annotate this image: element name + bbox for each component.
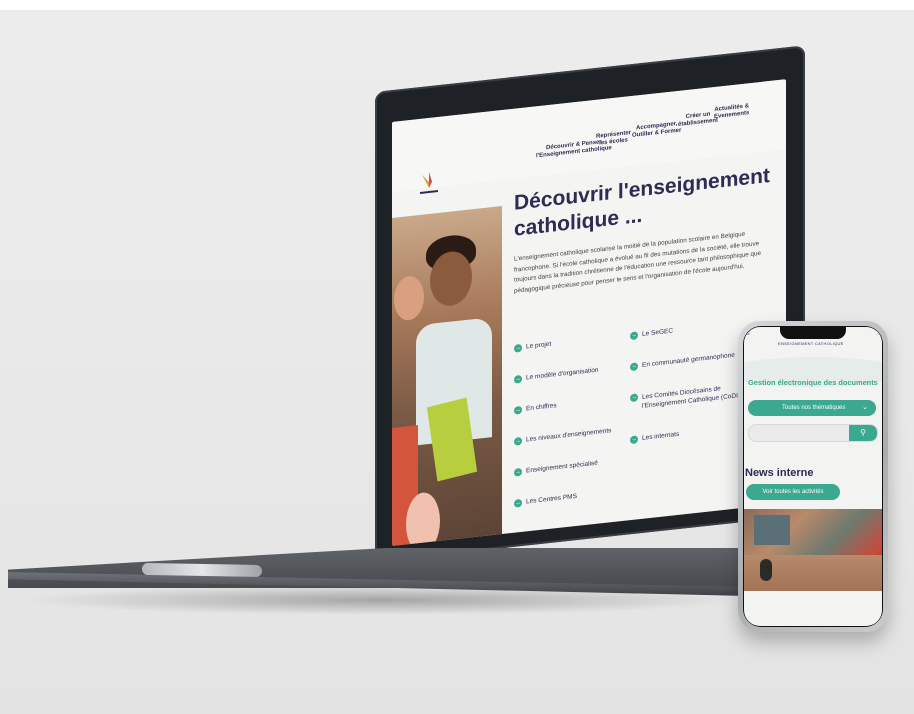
link-label: Le projet: [526, 340, 552, 351]
news-photo: [744, 509, 882, 591]
arrow-icon: →: [630, 362, 638, 372]
laptop-trackpad: [142, 562, 262, 578]
phone-notch: [780, 327, 846, 339]
link-en-chiffres[interactable]: → En chiffres: [514, 402, 557, 415]
arrow-icon: →: [630, 331, 638, 341]
photo-child: [760, 559, 772, 581]
nav-item-accompagner[interactable]: Accompagner, Outiller & Former: [632, 121, 681, 140]
link-centres-pms[interactable]: → Les Centres PMS: [514, 493, 577, 508]
arrow-icon: →: [514, 498, 522, 508]
link-label: Les niveaux d'enseignements: [526, 427, 612, 444]
link-label: Le modèle d'organisation: [526, 366, 599, 382]
laptop-screen: Découvrir & Penser l'Enseignement catholi…: [392, 79, 786, 546]
chevron-down-icon: ⌄: [862, 404, 868, 411]
arrow-icon: →: [514, 405, 522, 415]
hero-photo-students: [392, 206, 502, 546]
photo-door: [754, 515, 790, 545]
thematique-select[interactable]: Toutes nos thématiques ⌄: [748, 400, 876, 416]
nav-item-representer[interactable]: Représenter les écoles: [596, 130, 631, 148]
arrow-icon: →: [514, 467, 522, 477]
link-germanophone[interactable]: → En communauté germanophone: [630, 351, 735, 372]
link-le-projet[interactable]: → Le projet: [514, 341, 551, 353]
phone-brand: ENSEIGNEMENT CATHOLIQUE: [778, 341, 844, 346]
news-title: News interne: [745, 467, 814, 479]
link-label: En chiffres: [526, 402, 557, 413]
site-logo[interactable]: [414, 168, 444, 197]
ged-title: Gestion électronique des documents: [748, 378, 878, 387]
laptop-base: [8, 548, 748, 606]
search-field[interactable]: ⚲: [748, 424, 878, 442]
arrow-icon: →: [514, 343, 522, 353]
nav-item-actualites[interactable]: Actualités & Evenements: [714, 103, 749, 121]
link-specialise[interactable]: → Enseignement spécialisé: [514, 460, 598, 477]
link-label: Le SeGEC: [642, 327, 674, 338]
link-label: Les internats: [642, 430, 680, 442]
nav-item-creer[interactable]: Créer un établissement: [678, 111, 718, 129]
photo-girl: [394, 274, 424, 322]
arrow-icon: →: [630, 435, 638, 445]
link-label: En communauté germanophone: [642, 351, 735, 369]
link-label: Enseignement spécialisé: [526, 459, 598, 475]
arrow-icon: →: [630, 393, 638, 403]
news-all-button[interactable]: Voir toutes les activités: [746, 484, 840, 500]
nav-label: établissement: [678, 117, 719, 128]
link-label: Les Centres PMS: [526, 492, 577, 506]
select-value: Toutes nos thématiques: [782, 405, 846, 411]
menu-icon[interactable]: ≡: [746, 331, 750, 337]
link-niveaux[interactable]: → Les niveaux d'enseignements: [514, 427, 611, 446]
link-modele-organisation[interactable]: → Le modèle d'organisation: [514, 367, 598, 384]
link-internats[interactable]: → Les internats: [630, 430, 680, 445]
arrow-icon: →: [514, 374, 522, 384]
link-segec[interactable]: → Le SeGEC: [630, 327, 674, 341]
mockup-stage: Découvrir & Penser l'Enseignement catholi…: [0, 0, 914, 714]
phone-screen: ≡ ENSEIGNEMENT CATHOLIQUE Gestion électr…: [744, 327, 882, 626]
search-icon[interactable]: ⚲: [849, 425, 877, 441]
arrow-icon: →: [514, 436, 522, 446]
